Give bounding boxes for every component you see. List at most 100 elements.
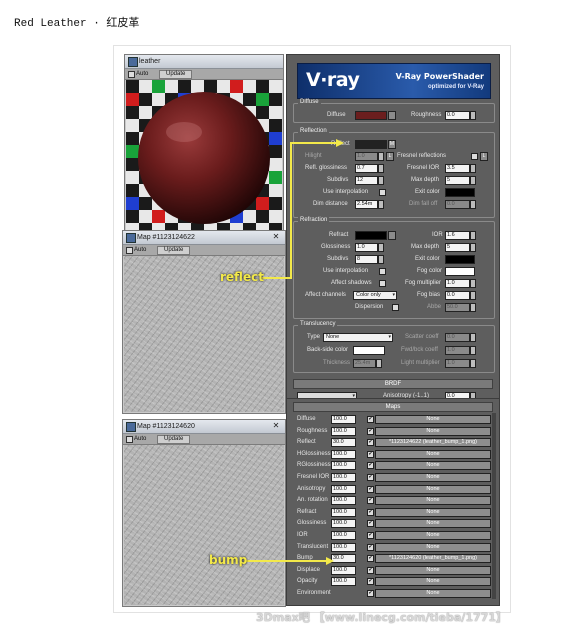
- affect-shadows-checkbox[interactable]: [379, 280, 386, 287]
- map-slot-amount-input[interactable]: 100.0: [331, 542, 356, 552]
- map-slot-button[interactable]: None: [375, 426, 491, 436]
- map-slot-enable-checkbox[interactable]: ✔: [367, 462, 374, 470]
- refract-use-interpolation-checkbox[interactable]: [379, 268, 386, 275]
- map-slot-enable-checkbox[interactable]: ✔: [367, 439, 374, 447]
- map-slot-amount-input[interactable]: 100.0: [331, 565, 356, 575]
- reflect-max-depth-input[interactable]: 5: [445, 176, 470, 185]
- brdf-rollout-header[interactable]: BRDF: [293, 379, 493, 389]
- fwd-bck-coeff-input[interactable]: 1.0: [445, 346, 470, 355]
- map-slot-amount-input[interactable]: 100.0: [331, 484, 356, 494]
- abbe-spinner[interactable]: [470, 303, 476, 312]
- map-slot-button[interactable]: None: [375, 577, 491, 587]
- reflect-use-interpolation-checkbox[interactable]: [379, 189, 386, 196]
- hilight-lock-button[interactable]: L: [386, 152, 394, 161]
- reflect-subdivs-input[interactable]: 12: [355, 176, 378, 185]
- hilight-input[interactable]: 1.0: [355, 152, 378, 161]
- refract-color-swatch[interactable]: [355, 231, 387, 240]
- dim-falloff-spinner[interactable]: [470, 200, 476, 209]
- fog-color-swatch[interactable]: [445, 267, 475, 276]
- thickness-input[interactable]: 25.4m: [353, 359, 376, 368]
- material-window-titlebar[interactable]: leather: [125, 55, 283, 69]
- back-side-color-swatch[interactable]: [353, 346, 385, 355]
- map-slot-button[interactable]: None: [375, 461, 491, 471]
- dim-falloff-input[interactable]: 0.0: [445, 200, 470, 209]
- map-slot-button[interactable]: None: [375, 415, 491, 424]
- map-slot-amount-input[interactable]: 100.0: [331, 519, 356, 529]
- diffuse-map-button[interactable]: [388, 111, 396, 120]
- map-slot-amount-input[interactable]: 100.0: [331, 426, 356, 436]
- thickness-spinner[interactable]: [376, 359, 382, 368]
- map-slot-button[interactable]: None: [375, 589, 491, 598]
- dim-distance-spinner[interactable]: [378, 200, 384, 209]
- ior-spinner[interactable]: [470, 231, 476, 240]
- map-slot-enable-checkbox[interactable]: ✔: [367, 485, 374, 493]
- scatter-coeff-input[interactable]: 0.0: [445, 333, 470, 342]
- map-slot-enable-checkbox[interactable]: ✔: [367, 474, 374, 481]
- auto-checkbox[interactable]: [128, 71, 135, 78]
- diffuse-color-swatch[interactable]: [355, 111, 387, 120]
- map-slot-amount-input[interactable]: 100.0: [331, 507, 356, 517]
- map-slot-amount-input[interactable]: 100.0: [331, 496, 356, 506]
- roughness-input[interactable]: 0.0: [445, 111, 470, 120]
- reflect-color-swatch[interactable]: [355, 140, 387, 149]
- map-slot-enable-checkbox[interactable]: ✔: [367, 508, 374, 516]
- map-slot-button[interactable]: None: [375, 496, 491, 506]
- maps-scrollbar[interactable]: [492, 413, 496, 599]
- map-slot-enable-checkbox[interactable]: ✔: [367, 555, 374, 563]
- fresnel-ior-spinner[interactable]: [470, 164, 476, 173]
- map-slot-amount-input[interactable]: 100.0: [331, 415, 356, 424]
- map-window-2-titlebar[interactable]: Map #1123124620 ✕: [123, 420, 285, 434]
- map-slot-amount-input[interactable]: 100.0: [331, 531, 356, 540]
- ior-input[interactable]: 1.6: [445, 231, 470, 240]
- hilight-spinner[interactable]: [378, 152, 384, 161]
- dim-distance-input[interactable]: 2.54m: [355, 200, 378, 209]
- light-multiplier-input[interactable]: 1.0: [445, 359, 470, 368]
- affect-channels-select[interactable]: Color only: [353, 291, 397, 300]
- fresnel-ior-input[interactable]: 3.5: [445, 164, 470, 173]
- map-slot-button[interactable]: None: [375, 484, 491, 494]
- fresnel-lock-button[interactable]: L: [480, 152, 488, 161]
- close-icon[interactable]: ✕: [269, 421, 283, 431]
- map-slot-button[interactable]: None: [375, 473, 491, 482]
- map-slot-button[interactable]: *1123124620 (leather_bump_1.png): [375, 554, 491, 564]
- map-slot-button[interactable]: None: [375, 449, 491, 459]
- translucency-type-select[interactable]: None: [323, 333, 393, 342]
- map-slot-enable-checkbox[interactable]: ✔: [367, 450, 374, 458]
- reflect-max-depth-spinner[interactable]: [470, 176, 476, 185]
- map-slot-button[interactable]: None: [375, 531, 491, 540]
- map-slot-button[interactable]: *1123124622 (leather_bump_1.png): [375, 438, 491, 448]
- refract-glossiness-input[interactable]: 1.0: [355, 243, 378, 252]
- map-slot-amount-input[interactable]: 100.0: [331, 449, 356, 459]
- map-slot-enable-checkbox[interactable]: ✔: [367, 520, 374, 528]
- abbe-input[interactable]: 50.0: [445, 303, 470, 312]
- auto-checkbox[interactable]: [126, 436, 133, 443]
- fwd-bck-coeff-spinner[interactable]: [470, 346, 476, 355]
- update-button[interactable]: Update: [157, 246, 191, 255]
- refract-map-button[interactable]: [388, 231, 396, 240]
- roughness-spinner[interactable]: [470, 111, 476, 120]
- auto-checkbox[interactable]: [126, 247, 133, 254]
- refract-subdivs-input[interactable]: 8: [355, 255, 378, 264]
- map-slot-enable-checkbox[interactable]: ✔: [367, 416, 374, 423]
- map-slot-button[interactable]: None: [375, 565, 491, 575]
- map-slot-amount-input[interactable]: 30.0: [331, 554, 356, 564]
- map-slot-enable-checkbox[interactable]: ✔: [367, 566, 374, 574]
- map-slot-enable-checkbox[interactable]: ✔: [367, 427, 374, 435]
- refract-max-depth-spinner[interactable]: [470, 243, 476, 252]
- light-multiplier-spinner[interactable]: [470, 359, 476, 368]
- refract-glossiness-spinner[interactable]: [378, 243, 384, 252]
- map-slot-amount-input[interactable]: 100.0: [331, 577, 356, 587]
- refract-exit-color-swatch[interactable]: [445, 255, 475, 264]
- update-button[interactable]: Update: [159, 70, 193, 79]
- dispersion-checkbox[interactable]: [392, 304, 399, 311]
- map-slot-enable-checkbox[interactable]: ✔: [367, 497, 374, 505]
- refract-subdivs-spinner[interactable]: [378, 255, 384, 264]
- refl-glossiness-spinner[interactable]: [378, 164, 384, 173]
- map-slot-amount-input[interactable]: 100.0: [331, 473, 356, 482]
- fog-multiplier-input[interactable]: 1.0: [445, 279, 470, 288]
- maps-rollout-header[interactable]: Maps: [293, 402, 493, 412]
- fresnel-reflections-checkbox[interactable]: [471, 153, 478, 160]
- map-slot-button[interactable]: None: [375, 519, 491, 529]
- map-slot-amount-input[interactable]: 100.0: [331, 461, 356, 471]
- fog-bias-input[interactable]: 0.0: [445, 291, 470, 300]
